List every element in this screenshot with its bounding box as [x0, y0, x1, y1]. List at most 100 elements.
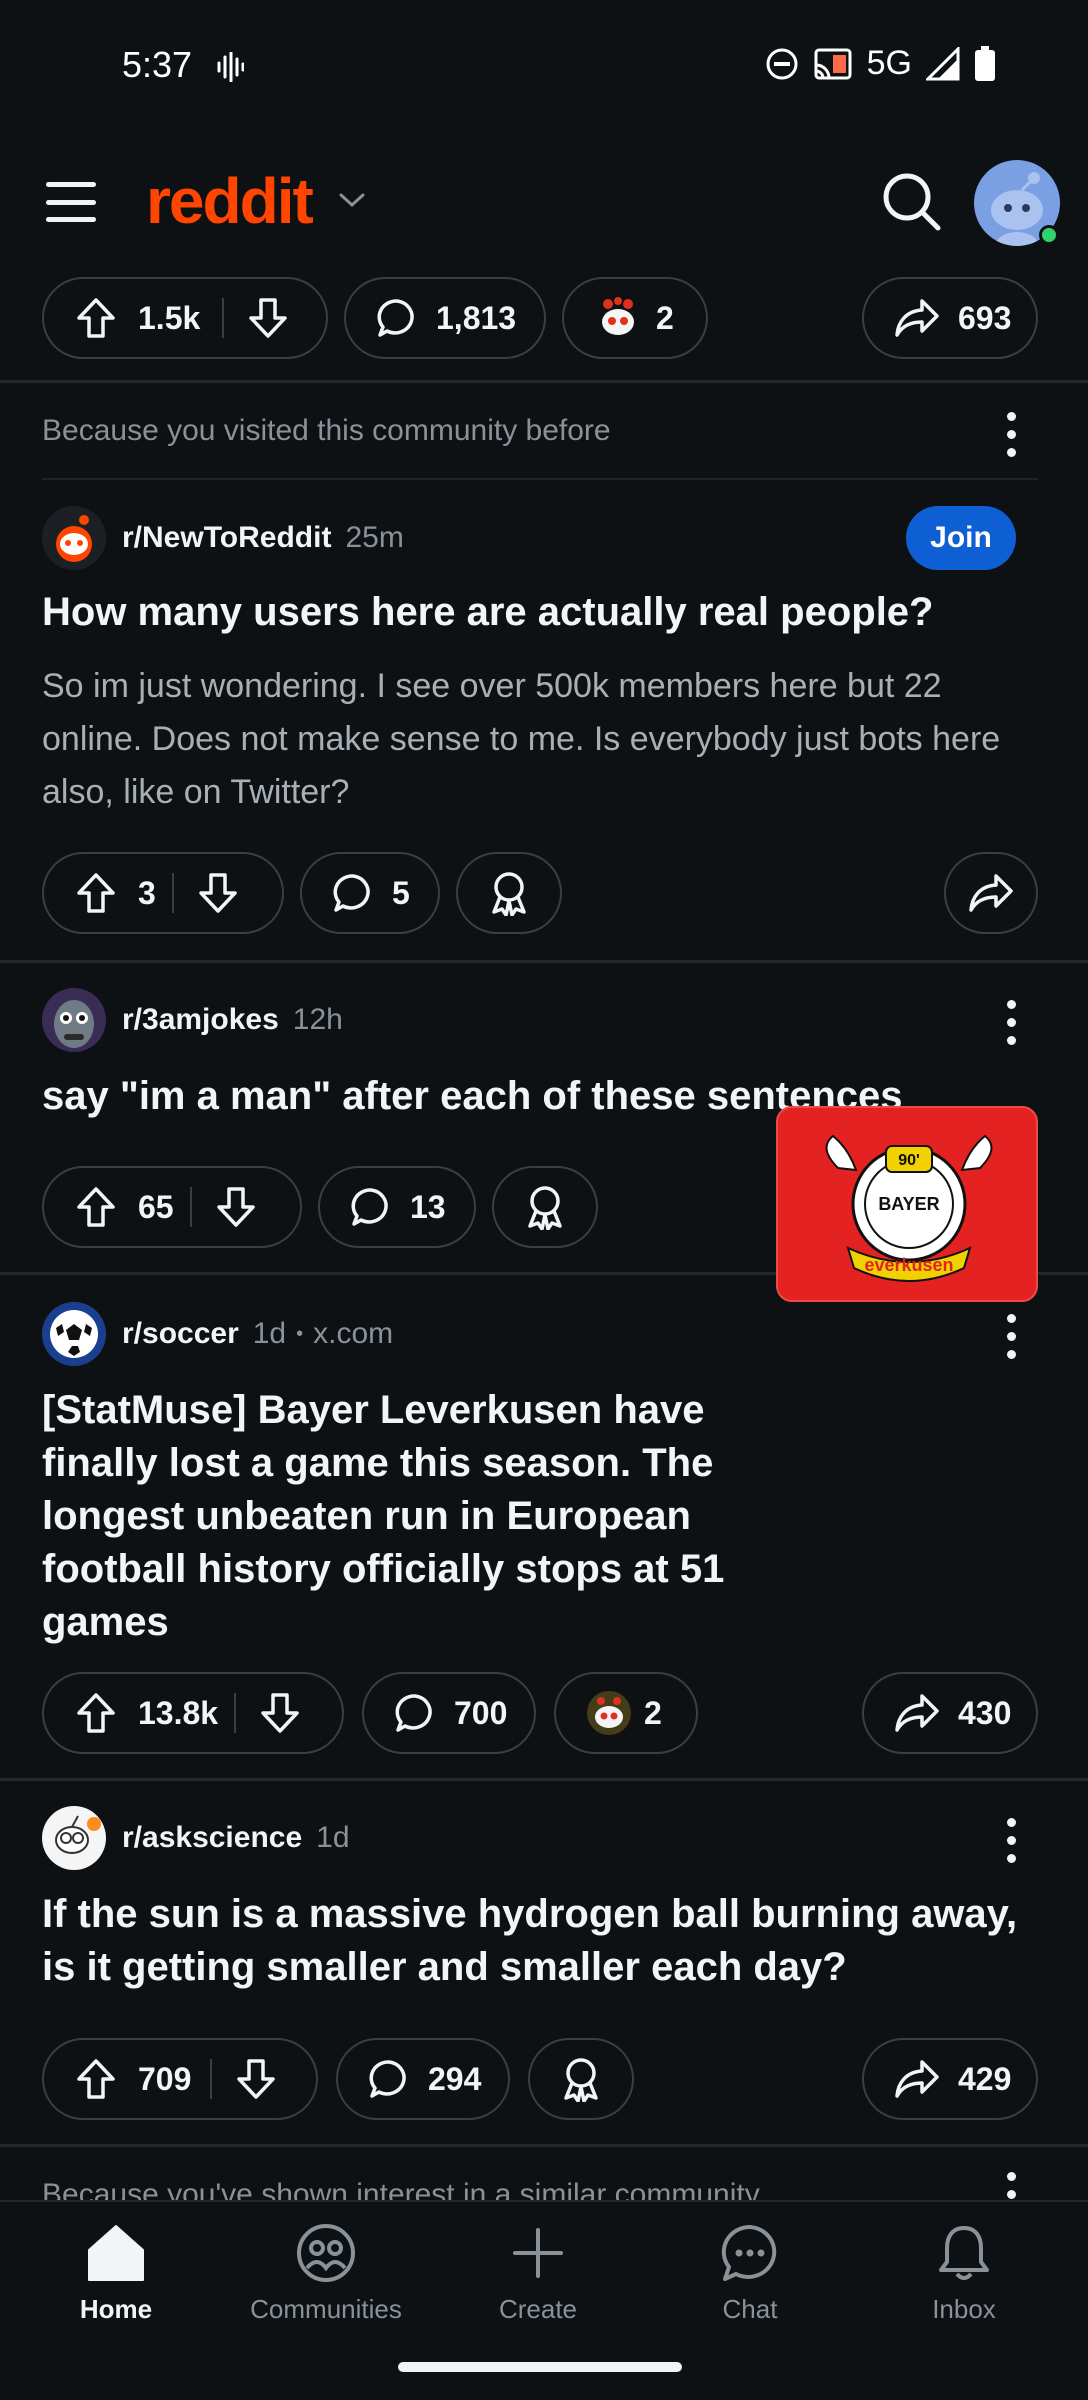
award-button[interactable] [456, 852, 562, 934]
upvote-icon[interactable] [76, 1692, 116, 1734]
plus-icon [513, 2228, 563, 2278]
home-indicator[interactable] [398, 2362, 682, 2372]
comments-button[interactable]: 294 [336, 2038, 510, 2120]
vote-pill[interactable]: 709 [42, 2038, 318, 2120]
thumb-minute: 90' [898, 1152, 920, 1169]
signal-icon [926, 46, 960, 80]
share-count: 429 [958, 2060, 1012, 2097]
recommendation-reason: Because you've shown interest in a simil… [42, 2178, 760, 2200]
upvote-icon[interactable] [76, 297, 116, 339]
share-button[interactable]: 430 [862, 1672, 1038, 1754]
more-options-icon[interactable] [1001, 1000, 1021, 1045]
upvote-icon[interactable] [76, 1186, 116, 1228]
nav-inbox[interactable]: Inbox [874, 2222, 1054, 2325]
subreddit-avatar[interactable] [42, 506, 106, 570]
share-count: 430 [958, 1694, 1012, 1731]
nav-create[interactable]: Create [448, 2222, 628, 2325]
comments-button[interactable]: 5 [300, 852, 440, 934]
vote-pill[interactable]: 65 [42, 1166, 302, 1248]
post-header: r/NewToReddit 25m [42, 506, 404, 570]
post-title[interactable]: [StatMuse] Bayer Leverkusen have finally… [42, 1384, 724, 1649]
network-type: 5G [866, 44, 912, 82]
nav-chat[interactable]: Chat [660, 2222, 840, 2325]
post-divider [0, 960, 1088, 963]
search-icon[interactable] [880, 170, 944, 234]
nav-home[interactable]: Home [26, 2222, 206, 2325]
reddit-logo[interactable]: reddit [146, 164, 314, 238]
comments-button[interactable]: 13 [318, 1166, 476, 1248]
more-options-icon[interactable] [1001, 412, 1021, 457]
chat-icon [721, 2224, 777, 2281]
chevron-down-icon[interactable] [338, 190, 366, 210]
award-count: 2 [656, 299, 674, 336]
nav-label: Inbox [932, 2294, 996, 2324]
recommendation-reason: Because you visited this community befor… [42, 414, 611, 447]
post-age: 25m [345, 521, 404, 554]
thumb-name: BAYER [878, 1194, 939, 1214]
more-options-icon[interactable] [1001, 1818, 1021, 1863]
status-bar: 5:37 5G [0, 0, 1088, 130]
bell-icon [939, 2226, 989, 2280]
subreddit-name[interactable]: r/soccer [122, 1317, 239, 1351]
subreddit-name[interactable]: r/NewToReddit [122, 521, 331, 555]
award-icon [487, 870, 531, 916]
downvote-icon[interactable] [216, 1186, 256, 1228]
post-header: r/askscience 1d [42, 1806, 350, 1870]
online-indicator [1039, 225, 1059, 245]
comment-count: 1,813 [436, 299, 517, 336]
share-count: 693 [958, 299, 1012, 336]
awards-button[interactable]: 2 [562, 277, 708, 359]
share-button[interactable]: 693 [862, 277, 1038, 359]
subreddit-avatar[interactable] [42, 988, 106, 1052]
upvote-icon[interactable] [76, 2058, 116, 2100]
subreddit-avatar[interactable] [42, 1806, 106, 1870]
downvote-icon[interactable] [236, 2058, 276, 2100]
title-line: [StatMuse] Bayer Leverkusen have [42, 1388, 705, 1432]
vote-pill[interactable]: 1.5k [42, 277, 328, 359]
award-button[interactable] [492, 1166, 598, 1248]
post-body[interactable]: So im just wondering. I see over 500k me… [42, 660, 1032, 819]
status-time: 5:37 [122, 44, 193, 85]
meta-separator: • [296, 1322, 304, 1345]
nav-label: Home [79, 2294, 153, 2324]
comment-count: 294 [428, 2060, 482, 2097]
share-button[interactable]: 429 [862, 2038, 1038, 2120]
join-button[interactable]: Join [906, 506, 1016, 570]
share-icon [894, 298, 940, 338]
vote-pill[interactable]: 13.8k [42, 1672, 344, 1754]
nav-communities[interactable]: Communities [236, 2222, 416, 2325]
share-button[interactable] [944, 852, 1038, 934]
award-button[interactable] [528, 2038, 634, 2120]
comment-count: 700 [454, 1694, 508, 1731]
subreddit-avatar[interactable] [42, 1302, 106, 1366]
post-thumbnail[interactable]: 90' BAYER everkusen [776, 1106, 1038, 1302]
comments-button[interactable]: 1,813 [344, 277, 546, 359]
subreddit-name[interactable]: r/askscience [122, 1821, 302, 1855]
post-divider [0, 2144, 1088, 2147]
award-icon [523, 1184, 567, 1230]
comments-button[interactable]: 700 [362, 1672, 536, 1754]
downvote-icon[interactable] [198, 872, 238, 914]
title-line: finally lost a game this season. The [42, 1441, 714, 1485]
thumb-club: everkusen [864, 1255, 953, 1275]
vote-pill[interactable]: 3 [42, 852, 284, 934]
upvote-count: 3 [138, 874, 156, 911]
comment-icon [368, 2058, 410, 2100]
upvote-count: 13.8k [138, 1694, 219, 1731]
subreddit-name[interactable]: r/3amjokes [122, 1003, 279, 1037]
downvote-icon[interactable] [248, 297, 288, 339]
more-options-icon[interactable] [1001, 2172, 1021, 2200]
awards-button[interactable]: 2 [554, 1672, 698, 1754]
downvote-icon[interactable] [260, 1692, 300, 1734]
post-domain[interactable]: x.com [313, 1317, 393, 1351]
more-options-icon[interactable] [1001, 1314, 1021, 1359]
reason-divider [42, 478, 1038, 480]
post-age: 1d [316, 1821, 350, 1854]
post-title[interactable]: If the sun is a massive hydrogen ball bu… [42, 1888, 1017, 1994]
upvote-icon[interactable] [76, 872, 116, 914]
post-title[interactable]: say "im a man" after each of these sente… [42, 1070, 903, 1123]
comment-icon [394, 1692, 436, 1734]
title-line: is it getting smaller and smaller each d… [42, 1945, 847, 1989]
menu-icon[interactable] [46, 182, 96, 222]
post-title[interactable]: How many users here are actually real pe… [42, 586, 933, 639]
